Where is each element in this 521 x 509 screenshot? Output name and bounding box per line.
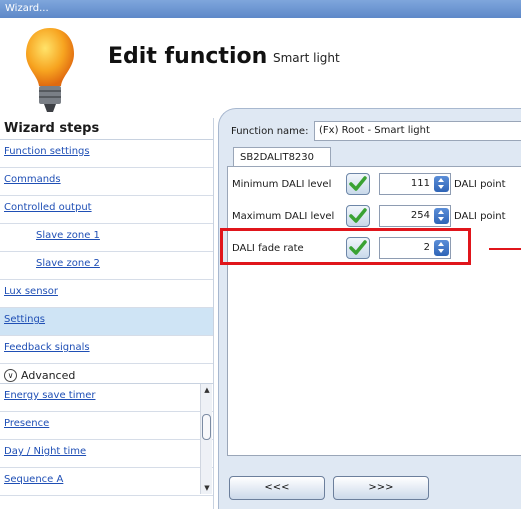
max-dali-level-unit: DALI point xyxy=(454,211,506,222)
sidebar-item-lux-sensor[interactable]: Lux sensor xyxy=(0,280,213,308)
header: Edit function Smart light xyxy=(0,18,521,118)
min-dali-level-label: Minimum DALI level xyxy=(232,178,332,190)
sidebar-item-settings[interactable]: Settings xyxy=(0,308,213,336)
annotation-line xyxy=(489,248,521,250)
advanced-toggle[interactable]: ∨ Advanced xyxy=(0,364,213,384)
tab-sb2dalit8230[interactable]: SB2DALIT8230 xyxy=(233,147,331,167)
min-dali-level-unit: DALI point xyxy=(454,179,506,190)
function-name-field[interactable]: (Fx) Root - Smart light xyxy=(314,121,521,141)
wizard-steps-heading: Wizard steps xyxy=(0,118,213,140)
scroll-up-icon[interactable]: ▲ xyxy=(201,384,213,396)
page-subtitle: Smart light xyxy=(273,51,340,65)
advanced-label: Advanced xyxy=(21,368,76,382)
max-dali-level-row: Maximum DALI level xyxy=(232,203,334,229)
chevron-down-icon: ∨ xyxy=(4,368,17,382)
max-dali-level-value: 254 xyxy=(410,210,430,221)
function-name-label: Function name: xyxy=(231,126,309,137)
min-dali-level-row: Minimum DALI level xyxy=(232,171,331,197)
window-titlebar: Wizard... xyxy=(0,0,521,18)
max-dali-level-input[interactable]: 254 xyxy=(379,205,451,227)
sidebar-scrollbar[interactable]: ▲ ▼ xyxy=(200,384,212,494)
spinner-icon[interactable] xyxy=(434,208,449,224)
sidebar-item-function-settings[interactable]: Function settings xyxy=(0,140,213,168)
wizard-steps-sidebar: Wizard steps Function settings Commands … xyxy=(0,118,214,509)
min-dali-level-input[interactable]: 111 xyxy=(379,173,451,195)
advanced-list: Energy save timer Presence Day / Night t… xyxy=(0,384,213,496)
navigation-bar: <<< >>> xyxy=(218,468,521,509)
sidebar-item-sequence-a[interactable]: Sequence A xyxy=(0,468,213,496)
scrollbar-thumb[interactable] xyxy=(202,414,211,440)
checkmark-icon xyxy=(349,176,367,191)
sidebar-item-slave-zone-2[interactable]: Slave zone 2 xyxy=(0,252,213,280)
settings-panel: Function name: (Fx) Root - Smart light S… xyxy=(218,108,521,468)
sidebar-item-day-night-time[interactable]: Day / Night time xyxy=(0,440,213,468)
tab-content: Minimum DALI level 111 DALI point Maximu… xyxy=(227,166,521,456)
next-button[interactable]: >>> xyxy=(333,476,429,500)
checkmark-icon xyxy=(349,208,367,223)
sidebar-item-controlled-output[interactable]: Controlled output xyxy=(0,196,213,224)
min-dali-level-value: 111 xyxy=(410,178,430,189)
highlight-box xyxy=(220,228,471,265)
sidebar-item-commands[interactable]: Commands xyxy=(0,168,213,196)
min-dali-level-checkbox[interactable] xyxy=(346,173,370,195)
sidebar-item-energy-save-timer[interactable]: Energy save timer xyxy=(0,384,213,412)
sidebar-item-presence[interactable]: Presence xyxy=(0,412,213,440)
back-button[interactable]: <<< xyxy=(229,476,325,500)
window-title: Wizard... xyxy=(5,3,49,14)
spinner-icon[interactable] xyxy=(434,176,449,192)
sidebar-item-slave-zone-1[interactable]: Slave zone 1 xyxy=(0,224,213,252)
sidebar-item-feedback-signals[interactable]: Feedback signals xyxy=(0,336,213,364)
scroll-down-icon[interactable]: ▼ xyxy=(201,482,213,494)
max-dali-level-label: Maximum DALI level xyxy=(232,210,335,222)
max-dali-level-checkbox[interactable] xyxy=(346,205,370,227)
page-title: Edit function xyxy=(108,44,268,69)
lightbulb-icon xyxy=(26,28,74,112)
